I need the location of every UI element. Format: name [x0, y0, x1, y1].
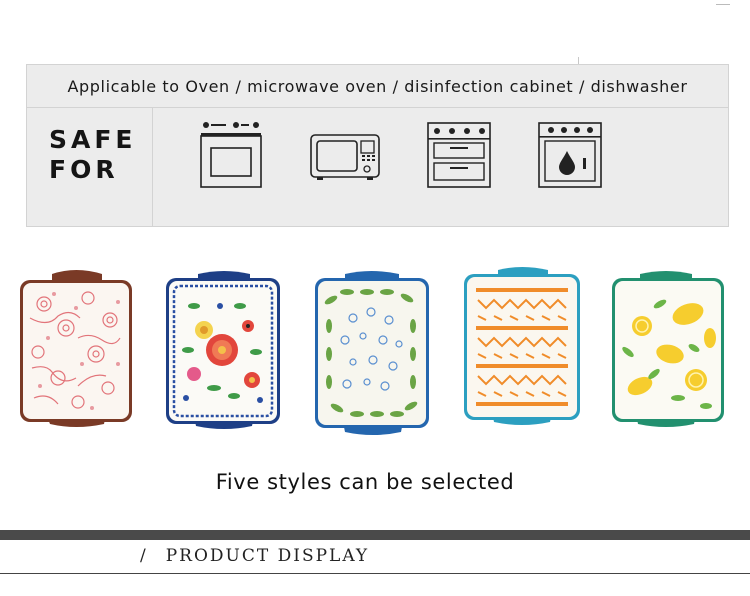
safe-for-panel: Applicable to Oven / microwave oven / di…: [26, 64, 729, 227]
disinfection-cabinet-icon: [427, 122, 491, 188]
dishwasher-icon: [538, 122, 602, 188]
top-edge-mark: [716, 4, 730, 5]
microwave-icon: [310, 134, 380, 180]
safe-label-line1: SAFE: [49, 125, 137, 154]
safe-label-line2: FOR: [49, 155, 119, 184]
section-slash: /: [140, 546, 148, 566]
section-divider-bar: [0, 530, 750, 540]
safe-for-label: SAFE FOR: [49, 125, 149, 185]
baking-dish-orange-geometric: [464, 267, 580, 425]
panel-divider: [152, 108, 153, 227]
baking-dish-red-floral: [20, 270, 132, 427]
section-heading: / PRODUCT DISPLAY: [140, 546, 369, 566]
baking-dish-green-leaf: [315, 271, 429, 435]
panel-divider: [27, 107, 728, 108]
baking-dish-blue-lace: [166, 271, 280, 429]
section-underline: [0, 573, 750, 574]
baking-dish-lemon: [612, 271, 724, 427]
oven-icon: [200, 122, 262, 188]
section-title: PRODUCT DISPLAY: [165, 546, 370, 566]
styles-caption: Five styles can be selected: [215, 470, 515, 494]
applicable-text: Applicable to Oven / microwave oven / di…: [67, 77, 688, 96]
